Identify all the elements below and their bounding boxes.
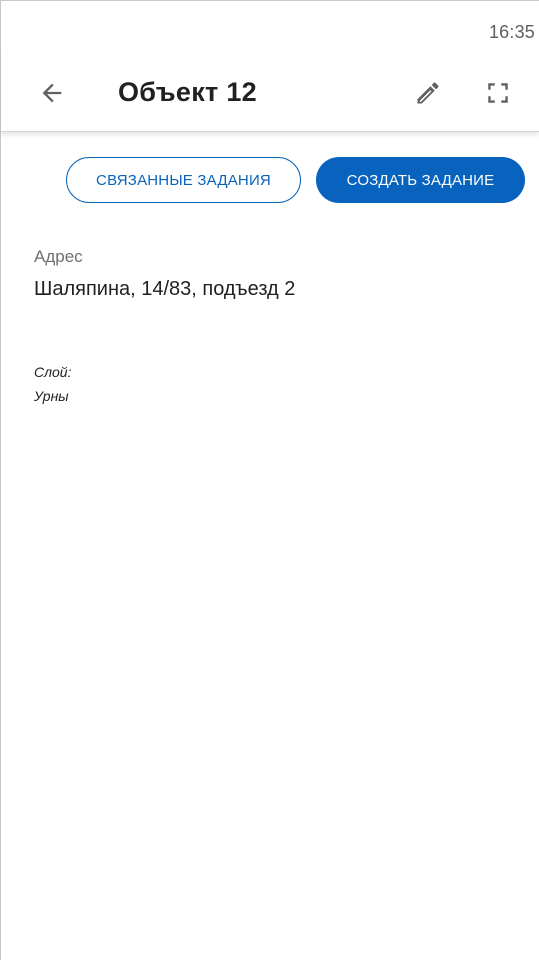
arrow-back-icon bbox=[42, 83, 62, 103]
fullscreen-button[interactable] bbox=[478, 73, 518, 113]
edit-button[interactable] bbox=[408, 73, 448, 113]
screen: 16:35 Объект 12 СВЯЗАННЫЕ ЗАДАНИЯ СОЗДАТ… bbox=[0, 0, 539, 960]
pencil-icon bbox=[417, 82, 439, 104]
related-tasks-button[interactable]: СВЯЗАННЫЕ ЗАДАНИЯ bbox=[66, 157, 301, 203]
layer-label: Слой: bbox=[34, 364, 72, 380]
status-bar: 16:35 bbox=[1, 1, 539, 49]
object-details: СВЯЗАННЫЕ ЗАДАНИЯ СОЗДАТЬ ЗАДАНИЕ Адрес … bbox=[1, 132, 539, 960]
address-value: Шаляпина, 14/83, подъезд 2 bbox=[34, 278, 296, 300]
status-time: 16:35 bbox=[488, 22, 535, 42]
create-task-button[interactable]: СОЗДАТЬ ЗАДАНИЕ bbox=[316, 157, 525, 203]
app-bar: Объект 12 bbox=[1, 49, 539, 132]
fullscreen-icon bbox=[488, 83, 508, 103]
address-label: Адрес bbox=[34, 247, 83, 266]
layer-value: Урны bbox=[34, 388, 69, 404]
back-button[interactable] bbox=[32, 73, 72, 113]
page-title: Объект 12 bbox=[118, 77, 257, 107]
